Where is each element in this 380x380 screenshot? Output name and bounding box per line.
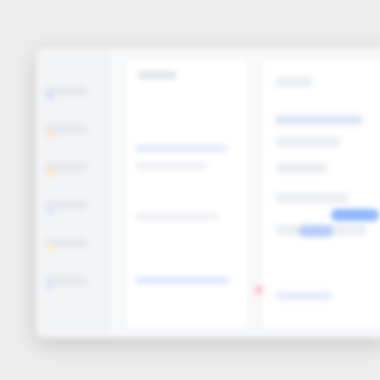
alert-badge	[255, 286, 263, 294]
pane-title	[137, 71, 177, 79]
list-item[interactable]	[135, 213, 219, 220]
status-chip[interactable]	[331, 209, 379, 221]
nav-icon	[46, 206, 54, 214]
nav-icon	[46, 282, 54, 290]
nav-icon	[46, 168, 54, 176]
content-row	[275, 163, 327, 173]
screenshot-stage	[0, 0, 380, 380]
nav-icon	[46, 130, 54, 138]
list-item[interactable]	[135, 145, 227, 152]
content-row	[275, 137, 341, 147]
content-row	[275, 115, 363, 125]
nav-icon	[46, 244, 54, 252]
blurred-app-screen	[0, 0, 380, 380]
content-row	[275, 193, 349, 203]
middle-list-pane	[124, 58, 250, 330]
nav-icon	[46, 92, 54, 100]
header-row	[275, 77, 313, 87]
left-sidebar	[36, 48, 109, 338]
content-row	[275, 291, 333, 301]
status-chip[interactable]	[299, 225, 333, 237]
app-window	[36, 48, 380, 338]
list-item[interactable]	[135, 163, 207, 170]
right-content-pane	[260, 58, 380, 330]
list-item[interactable]	[135, 277, 229, 284]
